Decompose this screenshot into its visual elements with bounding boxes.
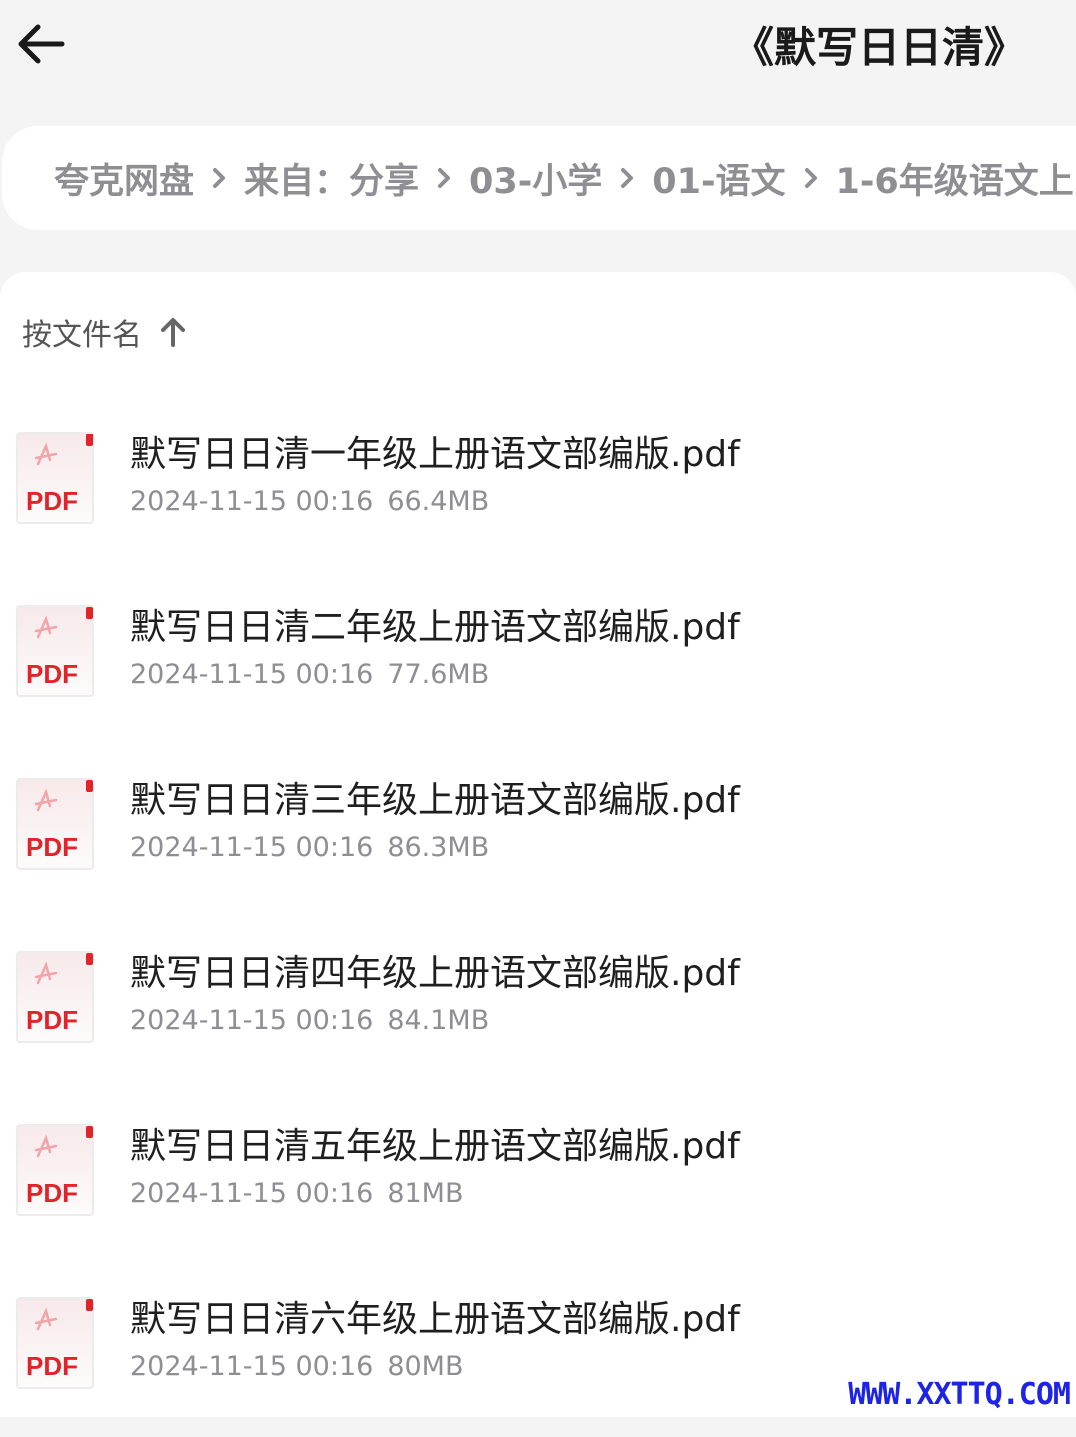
file-meta: 2024-11-15 00:16 86.3MB — [130, 830, 489, 866]
file-size: 86.3MB — [387, 832, 490, 863]
chevron-right-icon — [602, 167, 652, 189]
file-row[interactable]: PDF 默写日日清四年级上册语文部编版.pdf 2024-11-15 00:16… — [0, 951, 1076, 1091]
sort-by-name-button[interactable]: 按文件名 — [22, 310, 186, 354]
breadcrumb-item[interactable]: 来自：分享 — [244, 153, 419, 204]
pdf-file-icon: PDF — [16, 432, 94, 524]
file-name: 默写日日清六年级上册语文部编版.pdf — [130, 1299, 740, 1340]
breadcrumb: 夸克网盘 来自：分享 03-小学 01-语文 1-6年级语文上 — [2, 126, 1076, 230]
svg-text:PDF: PDF — [26, 1178, 78, 1208]
breadcrumb-item[interactable]: 01-语文 — [652, 153, 785, 204]
file-date: 2024-11-15 00:16 — [130, 1005, 374, 1036]
arrow-left-icon — [14, 22, 66, 70]
file-row[interactable]: PDF 默写日日清二年级上册语文部编版.pdf 2024-11-15 00:16… — [0, 605, 1076, 745]
pdf-file-icon: PDF — [16, 605, 94, 697]
top-bar: 《默写日日清》 — [0, 0, 1076, 110]
file-meta: 2024-11-15 00:16 81MB — [130, 1176, 464, 1212]
file-date: 2024-11-15 00:16 — [130, 1351, 374, 1382]
file-name: 默写日日清四年级上册语文部编版.pdf — [130, 953, 740, 994]
file-row[interactable]: PDF 默写日日清三年级上册语文部编版.pdf 2024-11-15 00:16… — [0, 778, 1076, 918]
file-name: 默写日日清一年级上册语文部编版.pdf — [130, 434, 740, 475]
breadcrumb-item[interactable]: 03-小学 — [469, 153, 602, 204]
file-size: 66.4MB — [387, 486, 490, 517]
pdf-file-icon: PDF — [16, 1124, 94, 1216]
svg-text:PDF: PDF — [26, 659, 78, 689]
file-date: 2024-11-15 00:16 — [130, 486, 374, 517]
file-size: 81MB — [387, 1178, 464, 1209]
file-date: 2024-11-15 00:16 — [130, 1178, 374, 1209]
pdf-file-icon: PDF — [16, 1297, 94, 1389]
svg-text:PDF: PDF — [26, 1005, 78, 1035]
file-name: 默写日日清五年级上册语文部编版.pdf — [130, 1126, 740, 1167]
chevron-right-icon — [419, 167, 469, 189]
file-name: 默写日日清三年级上册语文部编版.pdf — [130, 780, 740, 821]
svg-text:PDF: PDF — [26, 1351, 78, 1381]
chevron-right-icon — [786, 167, 836, 189]
sort-label: 按文件名 — [22, 318, 142, 353]
watermark: WWW.XXTTQ.COM — [848, 1377, 1071, 1412]
file-size: 80MB — [387, 1351, 464, 1382]
file-meta: 2024-11-15 00:16 77.6MB — [130, 657, 489, 693]
file-row[interactable]: PDF 默写日日清五年级上册语文部编版.pdf 2024-11-15 00:16… — [0, 1124, 1076, 1264]
pdf-file-icon: PDF — [16, 778, 94, 870]
page-title: 《默写日日清》 — [731, 23, 1026, 72]
file-row[interactable]: PDF 默写日日清六年级上册语文部编版.pdf 2024-11-15 00:16… — [0, 1297, 1076, 1437]
file-meta: 2024-11-15 00:16 84.1MB — [130, 1003, 489, 1039]
back-button[interactable] — [10, 18, 70, 74]
svg-text:PDF: PDF — [26, 486, 78, 516]
chevron-right-icon — [194, 167, 244, 189]
file-meta: 2024-11-15 00:16 80MB — [130, 1349, 464, 1385]
arrow-up-icon — [160, 317, 186, 347]
file-date: 2024-11-15 00:16 — [130, 832, 374, 863]
file-size: 77.6MB — [387, 659, 490, 690]
pdf-file-icon: PDF — [16, 951, 94, 1043]
file-meta: 2024-11-15 00:16 66.4MB — [130, 484, 489, 520]
file-row[interactable]: PDF 默写日日清一年级上册语文部编版.pdf 2024-11-15 00:16… — [0, 432, 1076, 572]
breadcrumb-item[interactable]: 1-6年级语文上 — [836, 153, 1074, 204]
file-list-panel: 按文件名 PDF 默写日日清一年级上册语文部编版.pdf 2024-11-15 — [0, 272, 1076, 1417]
file-name: 默写日日清二年级上册语文部编版.pdf — [130, 607, 740, 648]
file-size: 84.1MB — [387, 1005, 490, 1036]
file-date: 2024-11-15 00:16 — [130, 659, 374, 690]
breadcrumb-item[interactable]: 夸克网盘 — [54, 153, 194, 204]
svg-text:PDF: PDF — [26, 832, 78, 862]
